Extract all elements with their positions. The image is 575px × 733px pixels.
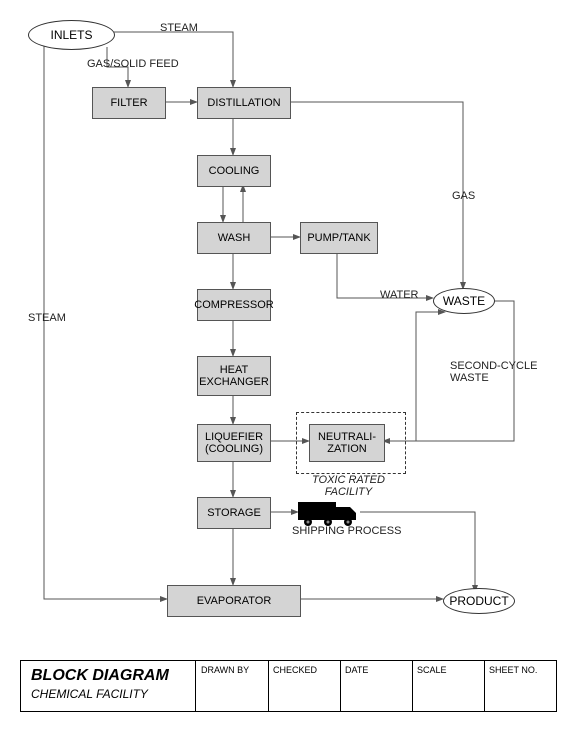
toxic-facility-box: [296, 412, 406, 474]
evaporator-label: EVAPORATOR: [197, 595, 272, 607]
pumptank-node: PUMP/TANK: [300, 222, 378, 254]
tb-drawnby: DRAWN BY: [201, 665, 249, 675]
steam-top-label: STEAM: [160, 22, 198, 34]
tb-sheet: SHEET NO.: [489, 665, 537, 675]
compressor-node: COMPRESSOR: [197, 289, 271, 321]
diagram-canvas: INLETS WASTE PRODUCT FILTER DISTILLATION…: [0, 0, 575, 733]
tb-col-checked: CHECKED: [269, 661, 341, 711]
product-node: PRODUCT: [443, 588, 515, 614]
tb-col-scale: SCALE: [413, 661, 485, 711]
toxic-label: TOXIC RATED FACILITY: [312, 474, 385, 498]
cooling-node: COOLING: [197, 155, 271, 187]
feed-label: GAS/SOLID FEED: [87, 58, 179, 70]
heat-node: HEAT EXCHANGER: [197, 356, 271, 396]
tb-date: DATE: [345, 665, 368, 675]
storage-label: STORAGE: [207, 507, 261, 519]
steam-left-label: STEAM: [28, 312, 66, 324]
heat-label: HEAT EXCHANGER: [199, 364, 269, 388]
pumptank-label: PUMP/TANK: [307, 232, 370, 244]
filter-label: FILTER: [110, 97, 147, 109]
title-block: BLOCK DIAGRAM CHEMICAL FACILITY DRAWN BY…: [20, 660, 557, 712]
tb-checked: CHECKED: [273, 665, 317, 675]
subtitle: CHEMICAL FACILITY: [31, 687, 185, 701]
compressor-label: COMPRESSOR: [194, 299, 273, 311]
title: BLOCK DIAGRAM: [31, 667, 185, 685]
title-block-left: BLOCK DIAGRAM CHEMICAL FACILITY: [21, 661, 196, 711]
wash-label: WASH: [218, 232, 251, 244]
waste-label: WASTE: [443, 294, 485, 308]
evaporator-node: EVAPORATOR: [167, 585, 301, 617]
tb-col-sheet: SHEET NO.: [485, 661, 556, 711]
waste-node: WASTE: [433, 288, 495, 314]
secondcycle-label: SECOND-CYCLE WASTE: [450, 360, 537, 384]
wash-node: WASH: [197, 222, 271, 254]
tb-scale: SCALE: [417, 665, 447, 675]
filter-node: FILTER: [92, 87, 166, 119]
product-label: PRODUCT: [449, 594, 508, 608]
liquefier-label: LIQUEFIER (COOLING): [205, 431, 263, 455]
cooling-label: COOLING: [209, 165, 260, 177]
gas-label: GAS: [452, 190, 475, 202]
distillation-label: DISTILLATION: [207, 97, 280, 109]
storage-node: STORAGE: [197, 497, 271, 529]
distillation-node: DISTILLATION: [197, 87, 291, 119]
inlets-node: INLETS: [28, 20, 115, 50]
liquefier-node: LIQUEFIER (COOLING): [197, 424, 271, 462]
tb-col-date: DATE: [341, 661, 413, 711]
inlets-label: INLETS: [50, 28, 92, 42]
shipping-label: SHIPPING PROCESS: [292, 525, 401, 537]
water-label: WATER: [380, 289, 419, 301]
tb-col-drawnby: DRAWN BY: [197, 661, 269, 711]
